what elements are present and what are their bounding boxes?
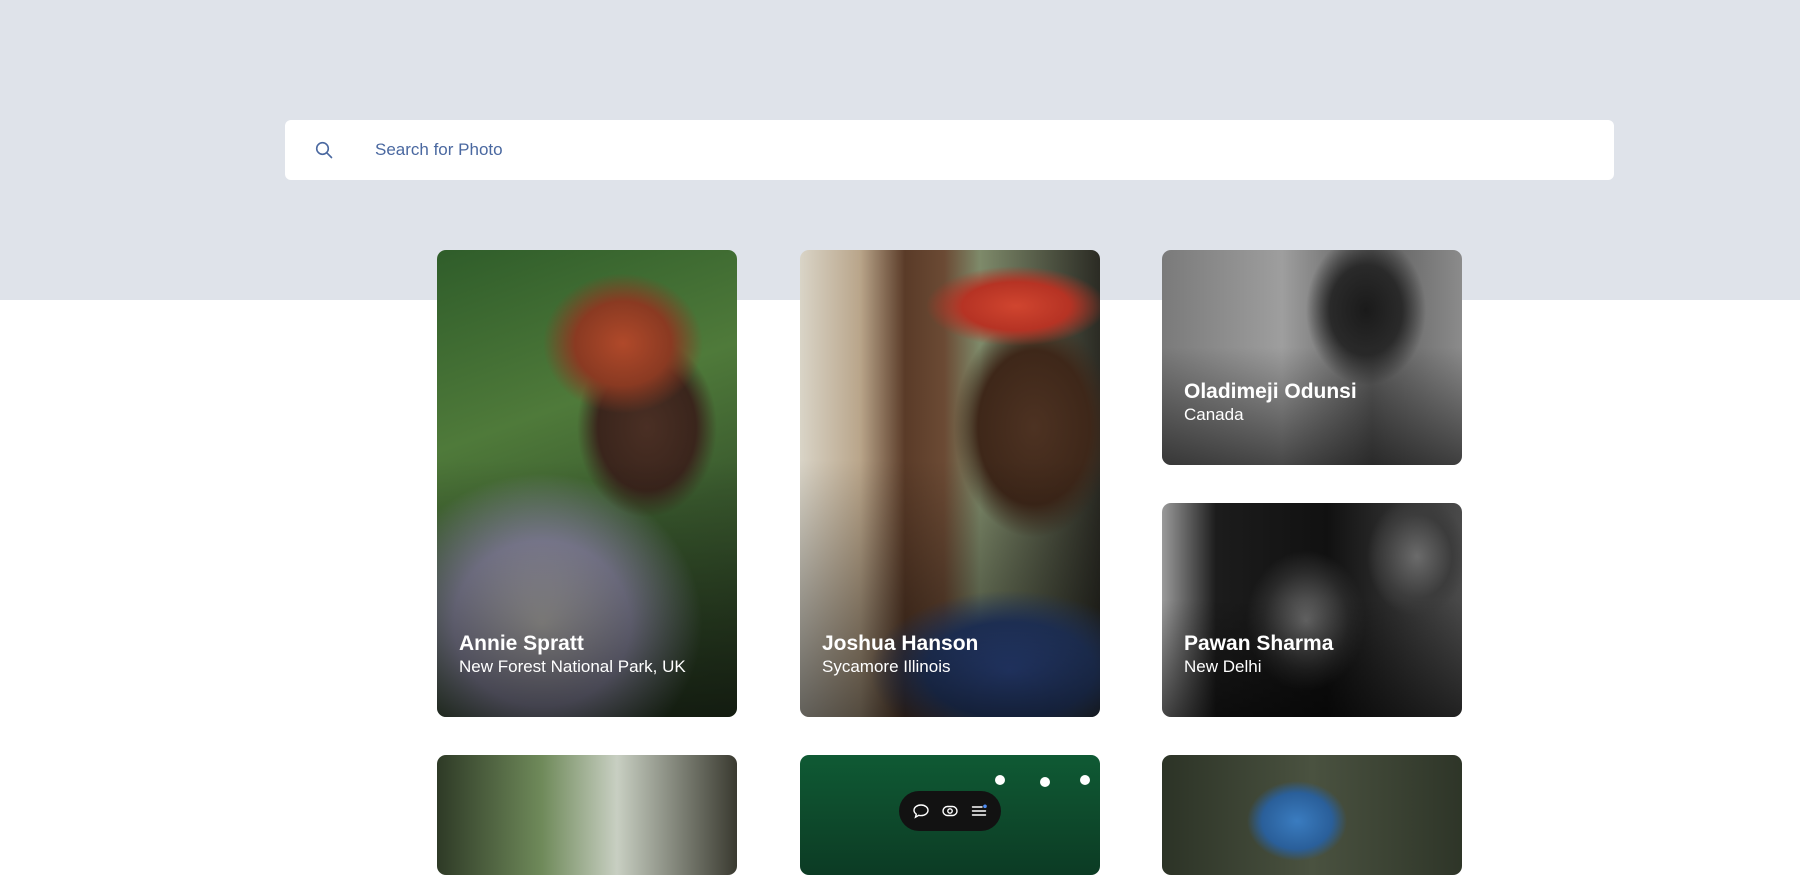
photographer-name: Pawan Sharma <box>1184 632 1334 655</box>
photo-location: Sycamore Illinois <box>822 657 951 676</box>
photo-caption: Oladimeji Odunsi Canada <box>1184 380 1357 425</box>
photo-location: New Delhi <box>1184 657 1262 676</box>
photo-caption: Pawan Sharma New Delhi <box>1184 632 1333 677</box>
photo-card[interactable]: Joshua Hanson Sycamore Illinois <box>800 250 1100 717</box>
photo-card[interactable]: Annie Spratt New Forest National Park, U… <box>437 250 737 717</box>
floating-toolbar <box>899 791 1001 831</box>
photographer-name: Annie Spratt <box>459 632 584 655</box>
photographer-name: Oladimeji Odunsi <box>1184 380 1357 403</box>
photo-image <box>1162 755 1462 875</box>
photo-card[interactable] <box>1162 755 1462 875</box>
photo-card[interactable]: Pawan Sharma New Delhi <box>1162 503 1462 717</box>
search-input[interactable] <box>375 120 1575 180</box>
photo-card[interactable]: Oladimeji Odunsi Canada <box>1162 250 1462 465</box>
search-icon[interactable] <box>315 141 333 159</box>
search-bar[interactable] <box>285 120 1614 180</box>
eye-icon[interactable] <box>939 800 961 822</box>
photo-image <box>437 755 737 875</box>
list-settings-icon[interactable] <box>968 800 990 822</box>
photo-location: Canada <box>1184 405 1244 424</box>
photo-caption: Annie Spratt New Forest National Park, U… <box>459 632 686 677</box>
photo-card[interactable] <box>437 755 737 875</box>
photo-caption: Joshua Hanson Sycamore Illinois <box>822 632 978 677</box>
comment-icon[interactable] <box>910 800 932 822</box>
photographer-name: Joshua Hanson <box>822 632 979 655</box>
photo-location: New Forest National Park, UK <box>459 657 686 676</box>
